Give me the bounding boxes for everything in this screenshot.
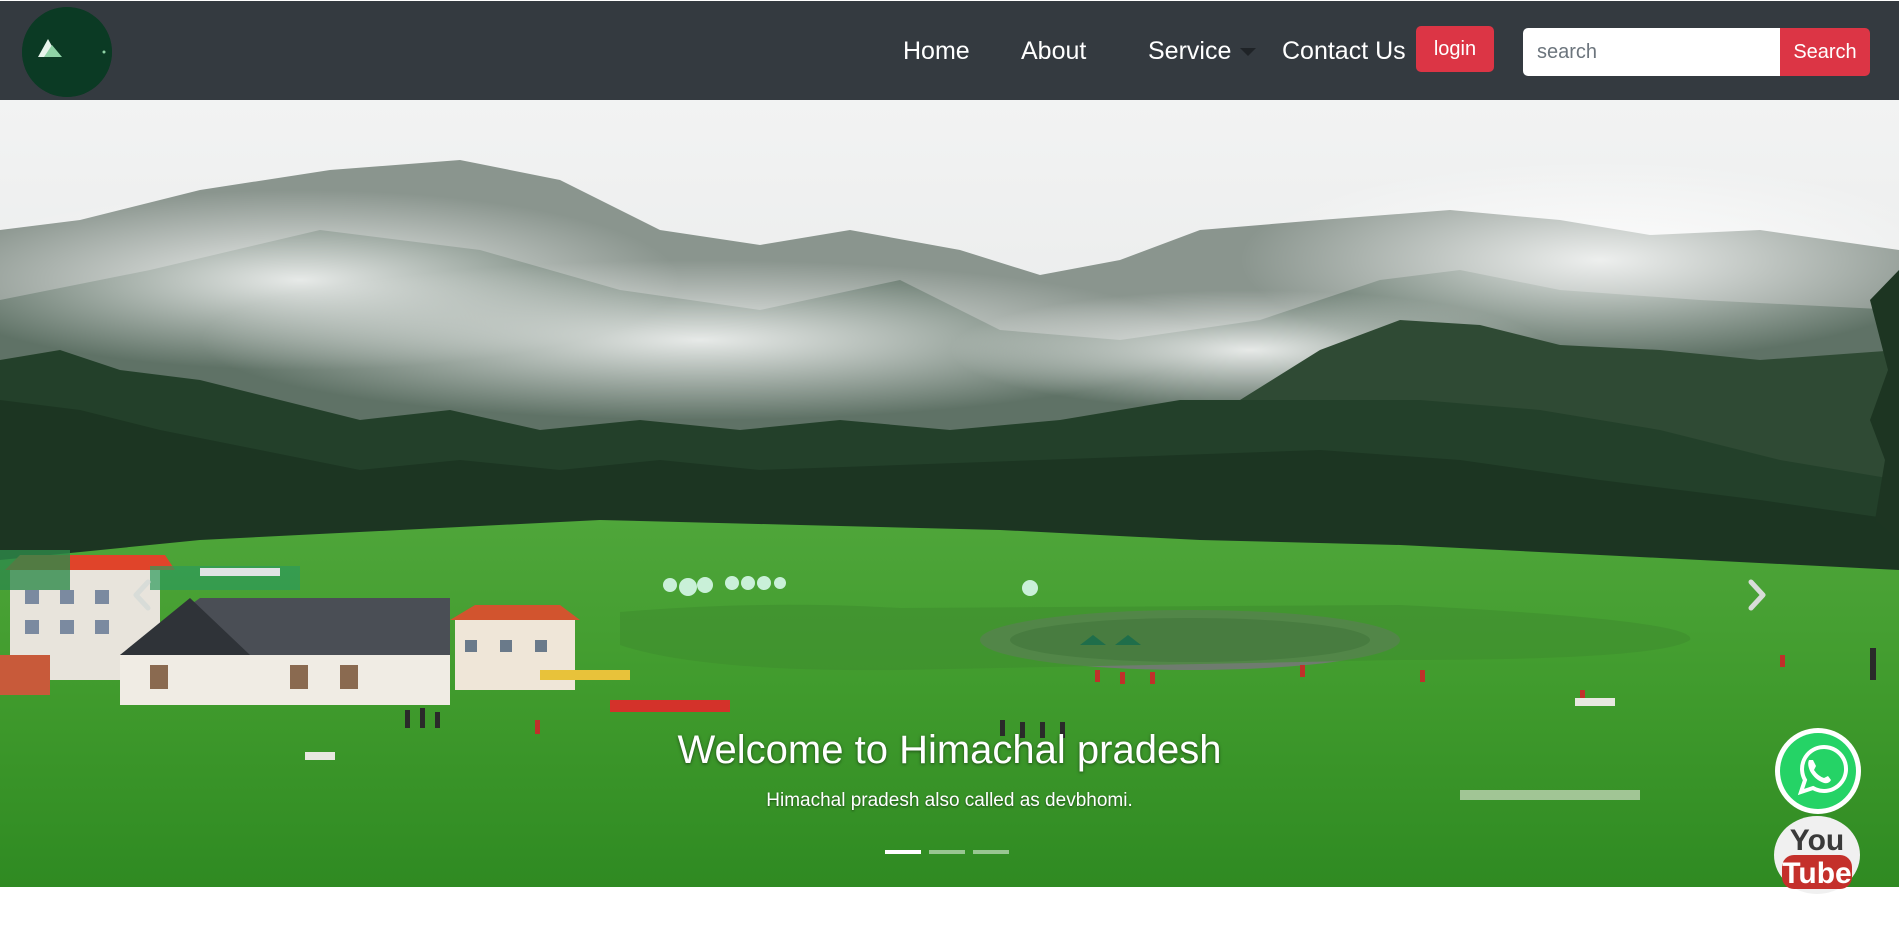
carousel-indicator-1[interactable] xyxy=(885,850,921,854)
youtube-icon[interactable]: You Tube xyxy=(1772,815,1862,895)
carousel-indicator-3[interactable] xyxy=(973,850,1009,854)
chevron-right-icon[interactable] xyxy=(1745,578,1769,612)
carousel-caption-text: Himachal pradesh also called as devbhomi… xyxy=(766,790,1133,811)
nav-link-home[interactable]: Home xyxy=(903,36,970,66)
mountain-logo-icon[interactable] xyxy=(22,7,112,97)
nav-link-service[interactable]: Service xyxy=(1148,36,1231,66)
chevron-left-icon[interactable] xyxy=(130,578,154,612)
caret-down-icon[interactable] xyxy=(1240,48,1256,56)
search-input[interactable] xyxy=(1523,28,1780,76)
navbar: Home About Service Contact Us login Sear… xyxy=(0,1,1899,100)
nav-link-about[interactable]: About xyxy=(1021,36,1086,66)
youtube-text-top: You xyxy=(1790,824,1844,857)
carousel-caption-title: Welcome to Himachal pradesh xyxy=(677,728,1222,772)
youtube-text-bottom: Tube xyxy=(1782,857,1851,890)
carousel-indicator-2[interactable] xyxy=(929,850,965,854)
whatsapp-icon[interactable] xyxy=(1773,726,1863,816)
nav-link-contact-us[interactable]: Contact Us xyxy=(1282,36,1406,66)
login-button[interactable]: login xyxy=(1416,26,1494,72)
carousel-indicators xyxy=(885,850,1009,854)
search-button[interactable]: Search xyxy=(1780,28,1870,76)
